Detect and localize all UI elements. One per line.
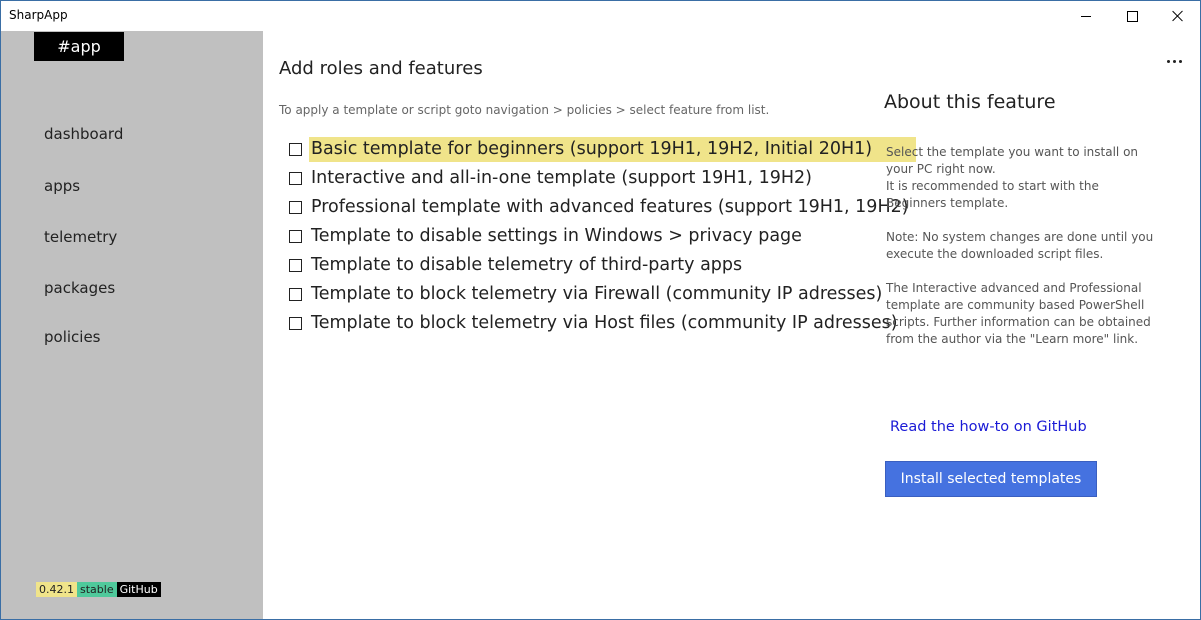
version-badges: 0.42.1 stable GitHub	[36, 582, 161, 597]
feature-label: Basic template for beginners (support 19…	[309, 137, 917, 162]
github-howto-link[interactable]: Read the how-to on GitHub	[890, 419, 1087, 435]
checkbox-icon[interactable]	[289, 317, 302, 330]
minimize-button[interactable]	[1063, 1, 1109, 31]
app-logo[interactable]: #app	[34, 32, 124, 61]
sidebar-item-policies[interactable]: policies	[44, 328, 101, 346]
navigation-hint: To apply a template or script goto navig…	[279, 103, 770, 117]
feature-label: Template to disable telemetry of third-p…	[311, 255, 743, 275]
title-bar: SharpApp	[1, 1, 1200, 31]
feature-label: Interactive and all-in-one template (sup…	[311, 168, 813, 188]
feature-label: Professional template with advanced feat…	[311, 197, 909, 217]
checkbox-icon[interactable]	[289, 259, 302, 272]
channel-badge: stable	[77, 582, 117, 597]
version-badge: 0.42.1	[36, 582, 77, 597]
about-note: Note: No system changes are done until y…	[886, 230, 1154, 261]
checkbox-icon[interactable]	[289, 143, 302, 156]
install-templates-button[interactable]: Install selected templates	[885, 461, 1097, 497]
close-button[interactable]	[1155, 1, 1201, 31]
about-title: About this feature	[884, 91, 1056, 113]
sidebar: #app dashboard apps telemetry packages p…	[1, 31, 263, 619]
checkbox-icon[interactable]	[289, 172, 302, 185]
feature-item-basic-template[interactable]: Basic template for beginners (support 19…	[289, 137, 917, 162]
about-description: Select the template you want to install …	[886, 145, 1139, 210]
feature-item-privacy-settings[interactable]: Template to disable settings in Windows …	[289, 224, 804, 249]
feature-item-hosts-block[interactable]: Template to block telemetry via Host fil…	[289, 311, 900, 336]
sidebar-item-packages[interactable]: packages	[44, 279, 115, 297]
sidebar-item-dashboard[interactable]: dashboard	[44, 125, 123, 143]
feature-label: Template to block telemetry via Host fil…	[311, 313, 898, 333]
sidebar-item-telemetry[interactable]: telemetry	[44, 228, 117, 246]
maximize-icon	[1126, 10, 1138, 22]
app-window: SharpApp #app dashboard apps telemetry p…	[0, 0, 1201, 620]
checkbox-icon[interactable]	[289, 230, 302, 243]
feature-item-third-party-telemetry[interactable]: Template to disable telemetry of third-p…	[289, 253, 744, 278]
minimize-icon	[1081, 15, 1091, 17]
sidebar-item-apps[interactable]: apps	[44, 177, 80, 195]
feature-item-interactive-template[interactable]: Interactive and all-in-one template (sup…	[289, 166, 814, 191]
feature-label: Template to disable settings in Windows …	[311, 226, 802, 246]
about-info: The Interactive advanced and Professiona…	[886, 281, 1151, 346]
github-badge[interactable]: GitHub	[116, 582, 161, 597]
maximize-button[interactable]	[1109, 1, 1155, 31]
window-title: SharpApp	[9, 8, 68, 22]
close-icon	[1172, 10, 1184, 22]
more-options-icon[interactable]	[1167, 60, 1182, 63]
feature-label: Template to block telemetry via Firewall…	[311, 284, 883, 304]
checkbox-icon[interactable]	[289, 201, 302, 214]
checkbox-icon[interactable]	[289, 288, 302, 301]
feature-item-professional-template[interactable]: Professional template with advanced feat…	[289, 195, 911, 220]
page-title: Add roles and features	[279, 58, 483, 79]
feature-item-firewall-block[interactable]: Template to block telemetry via Firewall…	[289, 282, 884, 307]
